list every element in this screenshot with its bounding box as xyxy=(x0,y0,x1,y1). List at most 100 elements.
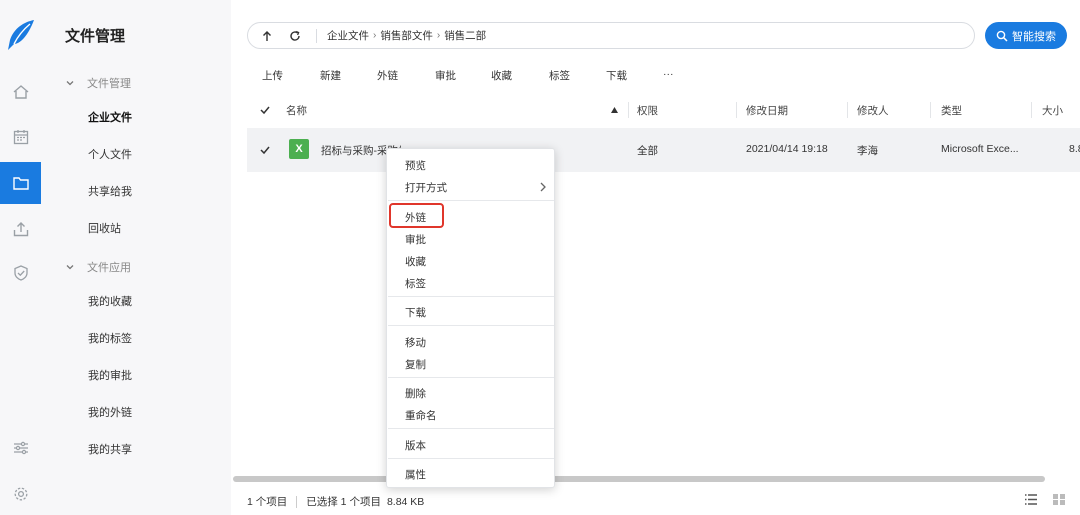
icon-rail xyxy=(0,0,41,515)
cell-modifier: 李海 xyxy=(857,145,878,157)
horizontal-scrollbar[interactable] xyxy=(233,476,1045,482)
status-item-count: 1 个项目 xyxy=(247,496,288,508)
chevron-down-icon xyxy=(66,265,74,270)
column-divider xyxy=(847,102,848,118)
smart-search-label: 智能搜索 xyxy=(1012,30,1056,43)
address-bar: 企业文件 › 销售部文件 › 销售二部 xyxy=(247,22,975,49)
menu-separator xyxy=(388,325,554,326)
external-link-button[interactable]: 外链 xyxy=(377,68,398,83)
menu-item-delete[interactable]: 删除 xyxy=(405,386,426,401)
menu-item-favorite[interactable]: 收藏 xyxy=(405,254,426,269)
menu-item-copy[interactable]: 复制 xyxy=(405,357,426,372)
menu-item-approve[interactable]: 审批 xyxy=(405,232,426,247)
table-row[interactable]: X 招标与采购-采购信息 全部 2021/04/14 19:18 李海 Micr… xyxy=(247,128,1080,172)
refresh-button[interactable] xyxy=(288,29,302,43)
shield-icon xyxy=(13,265,28,281)
nav-group-label: 文件管理 xyxy=(87,78,131,90)
nav-item-shared-with-me[interactable]: 共享给我 xyxy=(88,183,132,199)
row-checkbox[interactable] xyxy=(259,144,271,156)
menu-item-open-with[interactable]: 打开方式 xyxy=(405,180,447,195)
calendar-icon xyxy=(13,130,28,145)
status-bar: 1 个项目 已选择 1 个项目 8.84 KB xyxy=(247,494,424,509)
calendar-button[interactable] xyxy=(0,116,41,158)
nav-item-enterprise-files[interactable]: 企业文件 xyxy=(88,109,132,125)
upload-icon xyxy=(13,222,28,237)
column-name[interactable]: 名称 xyxy=(286,103,307,118)
status-size: 8.84 KB xyxy=(386,495,425,508)
divider xyxy=(296,495,298,508)
smart-search-button[interactable]: 智能搜索 xyxy=(985,22,1067,49)
column-permission[interactable]: 权限 xyxy=(637,103,658,118)
menu-item-tag[interactable]: 标签 xyxy=(405,276,426,291)
cell-modified-date: 2021/04/14 19:18 xyxy=(746,143,828,155)
column-type[interactable]: 类型 xyxy=(941,103,962,118)
home-icon xyxy=(13,85,28,99)
favorite-button[interactable]: 收藏 xyxy=(491,68,512,83)
nav-item-my-links[interactable]: 我的外链 xyxy=(88,404,132,420)
nav-item-personal-files[interactable]: 个人文件 xyxy=(88,146,132,162)
search-icon xyxy=(996,30,1008,42)
menu-item-version[interactable]: 版本 xyxy=(405,438,426,453)
nav-group-file-management[interactable]: 文件管理 xyxy=(65,75,131,91)
menu-separator xyxy=(388,296,554,297)
cell-permission: 全部 xyxy=(637,145,658,157)
upload-button[interactable] xyxy=(0,208,41,250)
nav-item-my-tags[interactable]: 我的标签 xyxy=(88,330,132,346)
highlight-box xyxy=(389,203,444,228)
list-view-icon[interactable] xyxy=(1024,493,1038,506)
settings-button[interactable] xyxy=(0,473,41,515)
filter-settings-button[interactable] xyxy=(0,427,41,469)
menu-item-download[interactable]: 下载 xyxy=(405,305,426,320)
menu-item-rename[interactable]: 重命名 xyxy=(405,408,437,423)
grid-view-icon[interactable] xyxy=(1052,493,1066,506)
menu-item-move[interactable]: 移动 xyxy=(405,335,426,350)
nav-item-my-shares[interactable]: 我的共享 xyxy=(88,441,132,457)
nav-title: 文件管理 xyxy=(65,28,126,45)
menu-separator xyxy=(388,200,554,201)
app-window: 文件管理 文件管理 企业文件 个人文件 共享给我 回收站 文件应用 我的收藏 我… xyxy=(0,0,1080,515)
menu-separator xyxy=(388,428,554,429)
menu-item-properties[interactable]: 属性 xyxy=(405,467,426,482)
column-divider xyxy=(1031,102,1032,118)
settings-sliders-icon xyxy=(13,441,28,455)
more-button[interactable]: ··· xyxy=(663,68,674,80)
arrow-up-icon xyxy=(263,30,271,41)
home-button[interactable] xyxy=(0,71,41,113)
nav-item-my-approvals[interactable]: 我的审批 xyxy=(88,367,132,383)
column-modifier[interactable]: 修改人 xyxy=(857,103,889,118)
chevron-down-icon xyxy=(66,81,74,86)
excel-file-icon: X xyxy=(289,139,309,159)
nav-group-file-apps[interactable]: 文件应用 xyxy=(65,259,131,275)
chevron-right-icon: › xyxy=(373,30,377,41)
download-button[interactable]: 下载 xyxy=(606,68,627,83)
column-divider xyxy=(628,102,629,118)
upload-button[interactable]: 上传 xyxy=(262,68,283,83)
file-nav-panel: 文件管理 文件管理 企业文件 个人文件 共享给我 回收站 文件应用 我的收藏 我… xyxy=(41,0,231,515)
refresh-icon xyxy=(290,30,300,41)
menu-separator xyxy=(388,458,554,459)
new-button[interactable]: 新建 xyxy=(320,68,341,83)
column-size[interactable]: 大小 xyxy=(1042,103,1063,118)
column-divider xyxy=(736,102,737,118)
breadcrumb-sales-dept-files[interactable]: 销售部文件 xyxy=(380,28,433,43)
security-button[interactable] xyxy=(0,252,41,294)
breadcrumb-sales-team-2[interactable]: 销售二部 xyxy=(444,28,486,43)
tag-button[interactable]: 标签 xyxy=(549,68,570,83)
cell-size: 8.8 xyxy=(1069,143,1080,155)
status-selected-count: 已选择 1 个项目 xyxy=(306,496,381,508)
files-button[interactable] xyxy=(0,162,41,204)
menu-separator xyxy=(388,377,554,378)
cell-type: Microsoft Exce... xyxy=(941,143,1019,155)
nav-item-recycle-bin[interactable]: 回收站 xyxy=(88,220,121,236)
column-modified-date[interactable]: 修改日期 xyxy=(746,103,788,118)
main-content: 企业文件 › 销售部文件 › 销售二部 智能搜索 上传 新建 外链 审批 收藏 … xyxy=(231,0,1080,515)
menu-item-preview[interactable]: 预览 xyxy=(405,158,426,173)
select-all-checkbox[interactable] xyxy=(259,104,271,116)
table-header: 名称 权限 修改日期 修改人 类型 大小 xyxy=(247,98,1080,122)
breadcrumb-enterprise-files[interactable]: 企业文件 xyxy=(327,28,369,43)
approve-button[interactable]: 审批 xyxy=(435,68,456,83)
column-divider xyxy=(930,102,931,118)
nav-item-my-favorites[interactable]: 我的收藏 xyxy=(88,293,132,309)
up-button[interactable] xyxy=(260,29,274,43)
gear-icon xyxy=(14,487,27,501)
